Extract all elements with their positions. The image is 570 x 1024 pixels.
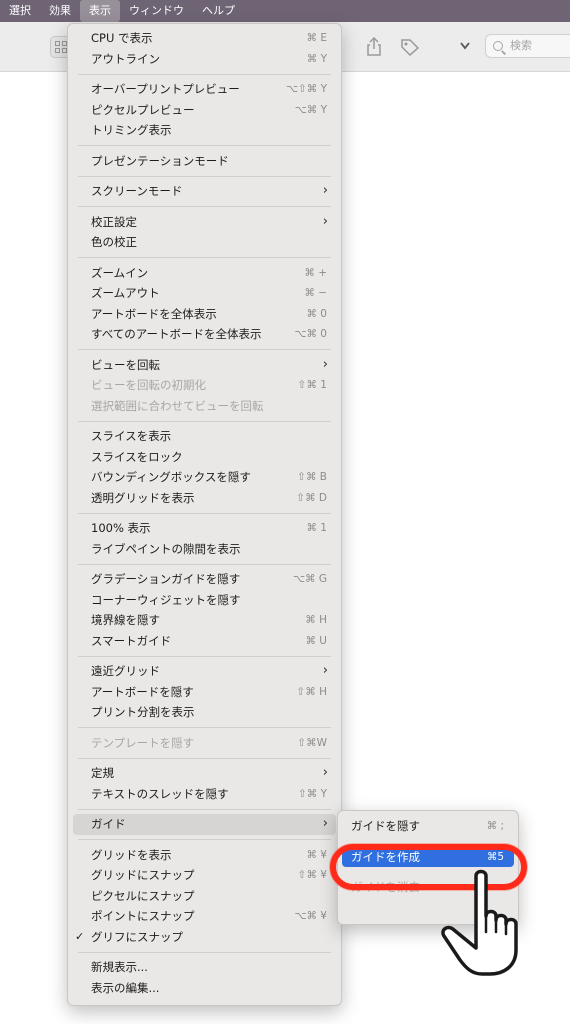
menu-item-edit-views[interactable]: 表示の編集... [68,978,341,999]
menu-item-hide-corner-widget[interactable]: コーナーウィジェットを隠す [68,590,341,611]
chevron-right-icon: › [322,663,328,678]
menu-item-snap-to-glyph[interactable]: ✓ グリフにスナップ [68,927,341,948]
menu-item-guides[interactable]: ガイド › [73,814,336,835]
menu-item-actual-size[interactable]: 100% 表示 ⌘ 1 [68,518,341,539]
chevron-right-icon: › [322,183,328,198]
menubar: 選択 効果 表示 ウィンドウ ヘルプ [0,0,570,22]
chevron-right-icon: › [322,816,328,831]
menu-item-outline[interactable]: アウトライン ⌘ Y [68,49,341,70]
search-placeholder: 検索 [510,39,532,52]
menu-item-snap-to-pixel[interactable]: ピクセルにスナップ [68,886,341,907]
menu-item-pixel-preview[interactable]: ピクセルプレビュー ⌥⌘ Y [68,100,341,121]
menu-item-fit-artboard[interactable]: アートボードを全体表示 ⌘ 0 [68,304,341,325]
menu-item-lock-slices[interactable]: スライスをロック [68,447,341,468]
menu-item-fit-all-artboards[interactable]: すべてのアートボードを全体表示 ⌥⌘ 0 [68,324,341,345]
menu-separator [78,206,331,207]
menu-item-perspective-grid[interactable]: 遠近グリッド › [68,661,341,682]
menu-item-rotate-view-to-selection: 選択範囲に合わせてビューを回転 [91,398,264,413]
menu-separator [78,349,331,350]
submenu-item-hide-guides[interactable]: ガイドを隠す ⌘ ; [338,816,518,837]
menu-item-zoom-in[interactable]: ズームイン ⌘ + [68,263,341,284]
menubar-item-effect[interactable]: 効果 [40,0,80,22]
menu-item-rulers[interactable]: 定規 › [68,763,341,784]
menu-separator [78,257,331,258]
menu-item-snap-to-point[interactable]: ポイントにスナップ ⌥⌘ ¥ [68,906,341,927]
menu-item-overprint-preview[interactable]: オーバープリントプレビュー ⌥⇧⌘ Y [68,79,341,100]
pointing-hand-icon [441,869,518,976]
menubar-item-window[interactable]: ウィンドウ [120,0,193,22]
menu-separator [78,951,331,953]
menu-item-show-grid[interactable]: グリッドを表示 ⌘ ¥ [68,845,341,866]
menu-separator [78,839,331,840]
menu-item-smart-guides[interactable]: スマートガイド ⌘ U [68,631,341,652]
menu-item-hide-artboards[interactable]: アートボードを隠す ⇧⌘ H [68,682,341,703]
menu-item-hide-gradient-annotator[interactable]: グラデーションガイドを隠す ⌥⌘ G [68,569,341,590]
menu-item-proof-colors[interactable]: 色の校正 [68,232,341,253]
share-icon[interactable] [366,37,382,57]
menu-separator [78,175,331,177]
menubar-item-view[interactable]: 表示 [80,0,120,22]
chevron-down-icon[interactable] [460,42,470,50]
menu-separator [78,512,331,514]
menu-item-show-print-tiling[interactable]: プリント分割を表示 [68,702,341,723]
menu-item-snap-to-grid[interactable]: グリッドにスナップ ⇧⌘ ¥ [68,865,341,886]
chevron-right-icon: › [322,213,328,229]
menu-item-hide-template: テンプレートを隠す ⇧⌘W [91,735,327,750]
menu-separator [78,73,331,75]
menu-separator [78,808,331,810]
menu-separator [78,420,331,422]
menu-item-screen-mode[interactable]: スクリーンモード › [68,181,341,202]
search-field[interactable]: 検索 [485,34,570,58]
menu-item-show-transparency-grid[interactable]: 透明グリッドを表示 ⇧⌘ D [68,488,341,509]
menu-item-trim-view[interactable]: トリミング表示 [68,120,341,141]
menu-item-hide-text-threads[interactable]: テキストのスレッドを隠す ⇧⌘ Y [68,784,341,805]
tag-icon[interactable] [400,38,420,56]
menu-item-show-slices[interactable]: スライスを表示 [68,426,341,447]
menu-separator [78,727,331,728]
chevron-right-icon: › [322,356,328,372]
menu-separator [78,655,331,657]
menubar-item-select[interactable]: 選択 [0,0,40,22]
search-icon [493,41,503,51]
chevron-right-icon: › [322,765,328,780]
menu-separator [78,757,331,759]
menu-separator [78,145,331,146]
menu-item-rotate-view[interactable]: ビューを回転 › [68,355,341,376]
menu-item-show-live-paint-gaps[interactable]: ライブペイントの隙間を表示 [68,539,341,560]
menu-item-new-view[interactable]: 新規表示... [68,957,341,978]
checkmark-icon: ✓ [75,929,85,943]
menu-item-reset-rotate-view: ビューを回転の初期化 ⇧⌘ 1 [91,378,327,392]
menu-item-zoom-out[interactable]: ズームアウト ⌘ − [68,283,341,304]
menu-item-proof-setup[interactable]: 校正設定 › [68,212,341,233]
menu-item-cpu-view[interactable]: CPU で表示 ⌘ E [68,28,341,49]
menubar-item-help[interactable]: ヘルプ [193,0,244,22]
menu-item-presentation-mode[interactable]: プレゼンテーションモード [68,151,341,172]
menu-item-hide-bounding-box[interactable]: バウンディングボックスを隠す ⇧⌘ B [68,467,341,488]
menu-separator [78,563,331,565]
view-menu: CPU で表示 ⌘ E アウトライン ⌘ Y オーバープリントプレビュー ⌥⇧⌘ Y … [67,23,342,1006]
menu-item-hide-edges[interactable]: 境界線を隠す ⌘ H [68,610,341,631]
